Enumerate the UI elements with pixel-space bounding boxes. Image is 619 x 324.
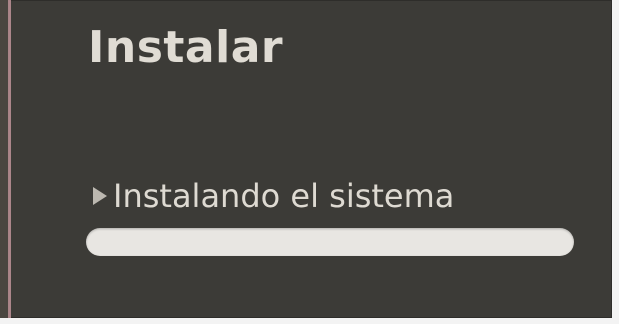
page-title: Instalar: [88, 22, 284, 73]
progress-bar: [86, 228, 574, 256]
progress-details-expander[interactable]: Instalando el sistema: [93, 172, 454, 220]
installer-window: Instalar Instalando el sistema: [0, 0, 612, 318]
window-edge: [8, 0, 11, 318]
triangle-right-icon[interactable]: [93, 187, 107, 205]
progress-status-label: Instalando el sistema: [113, 177, 455, 215]
